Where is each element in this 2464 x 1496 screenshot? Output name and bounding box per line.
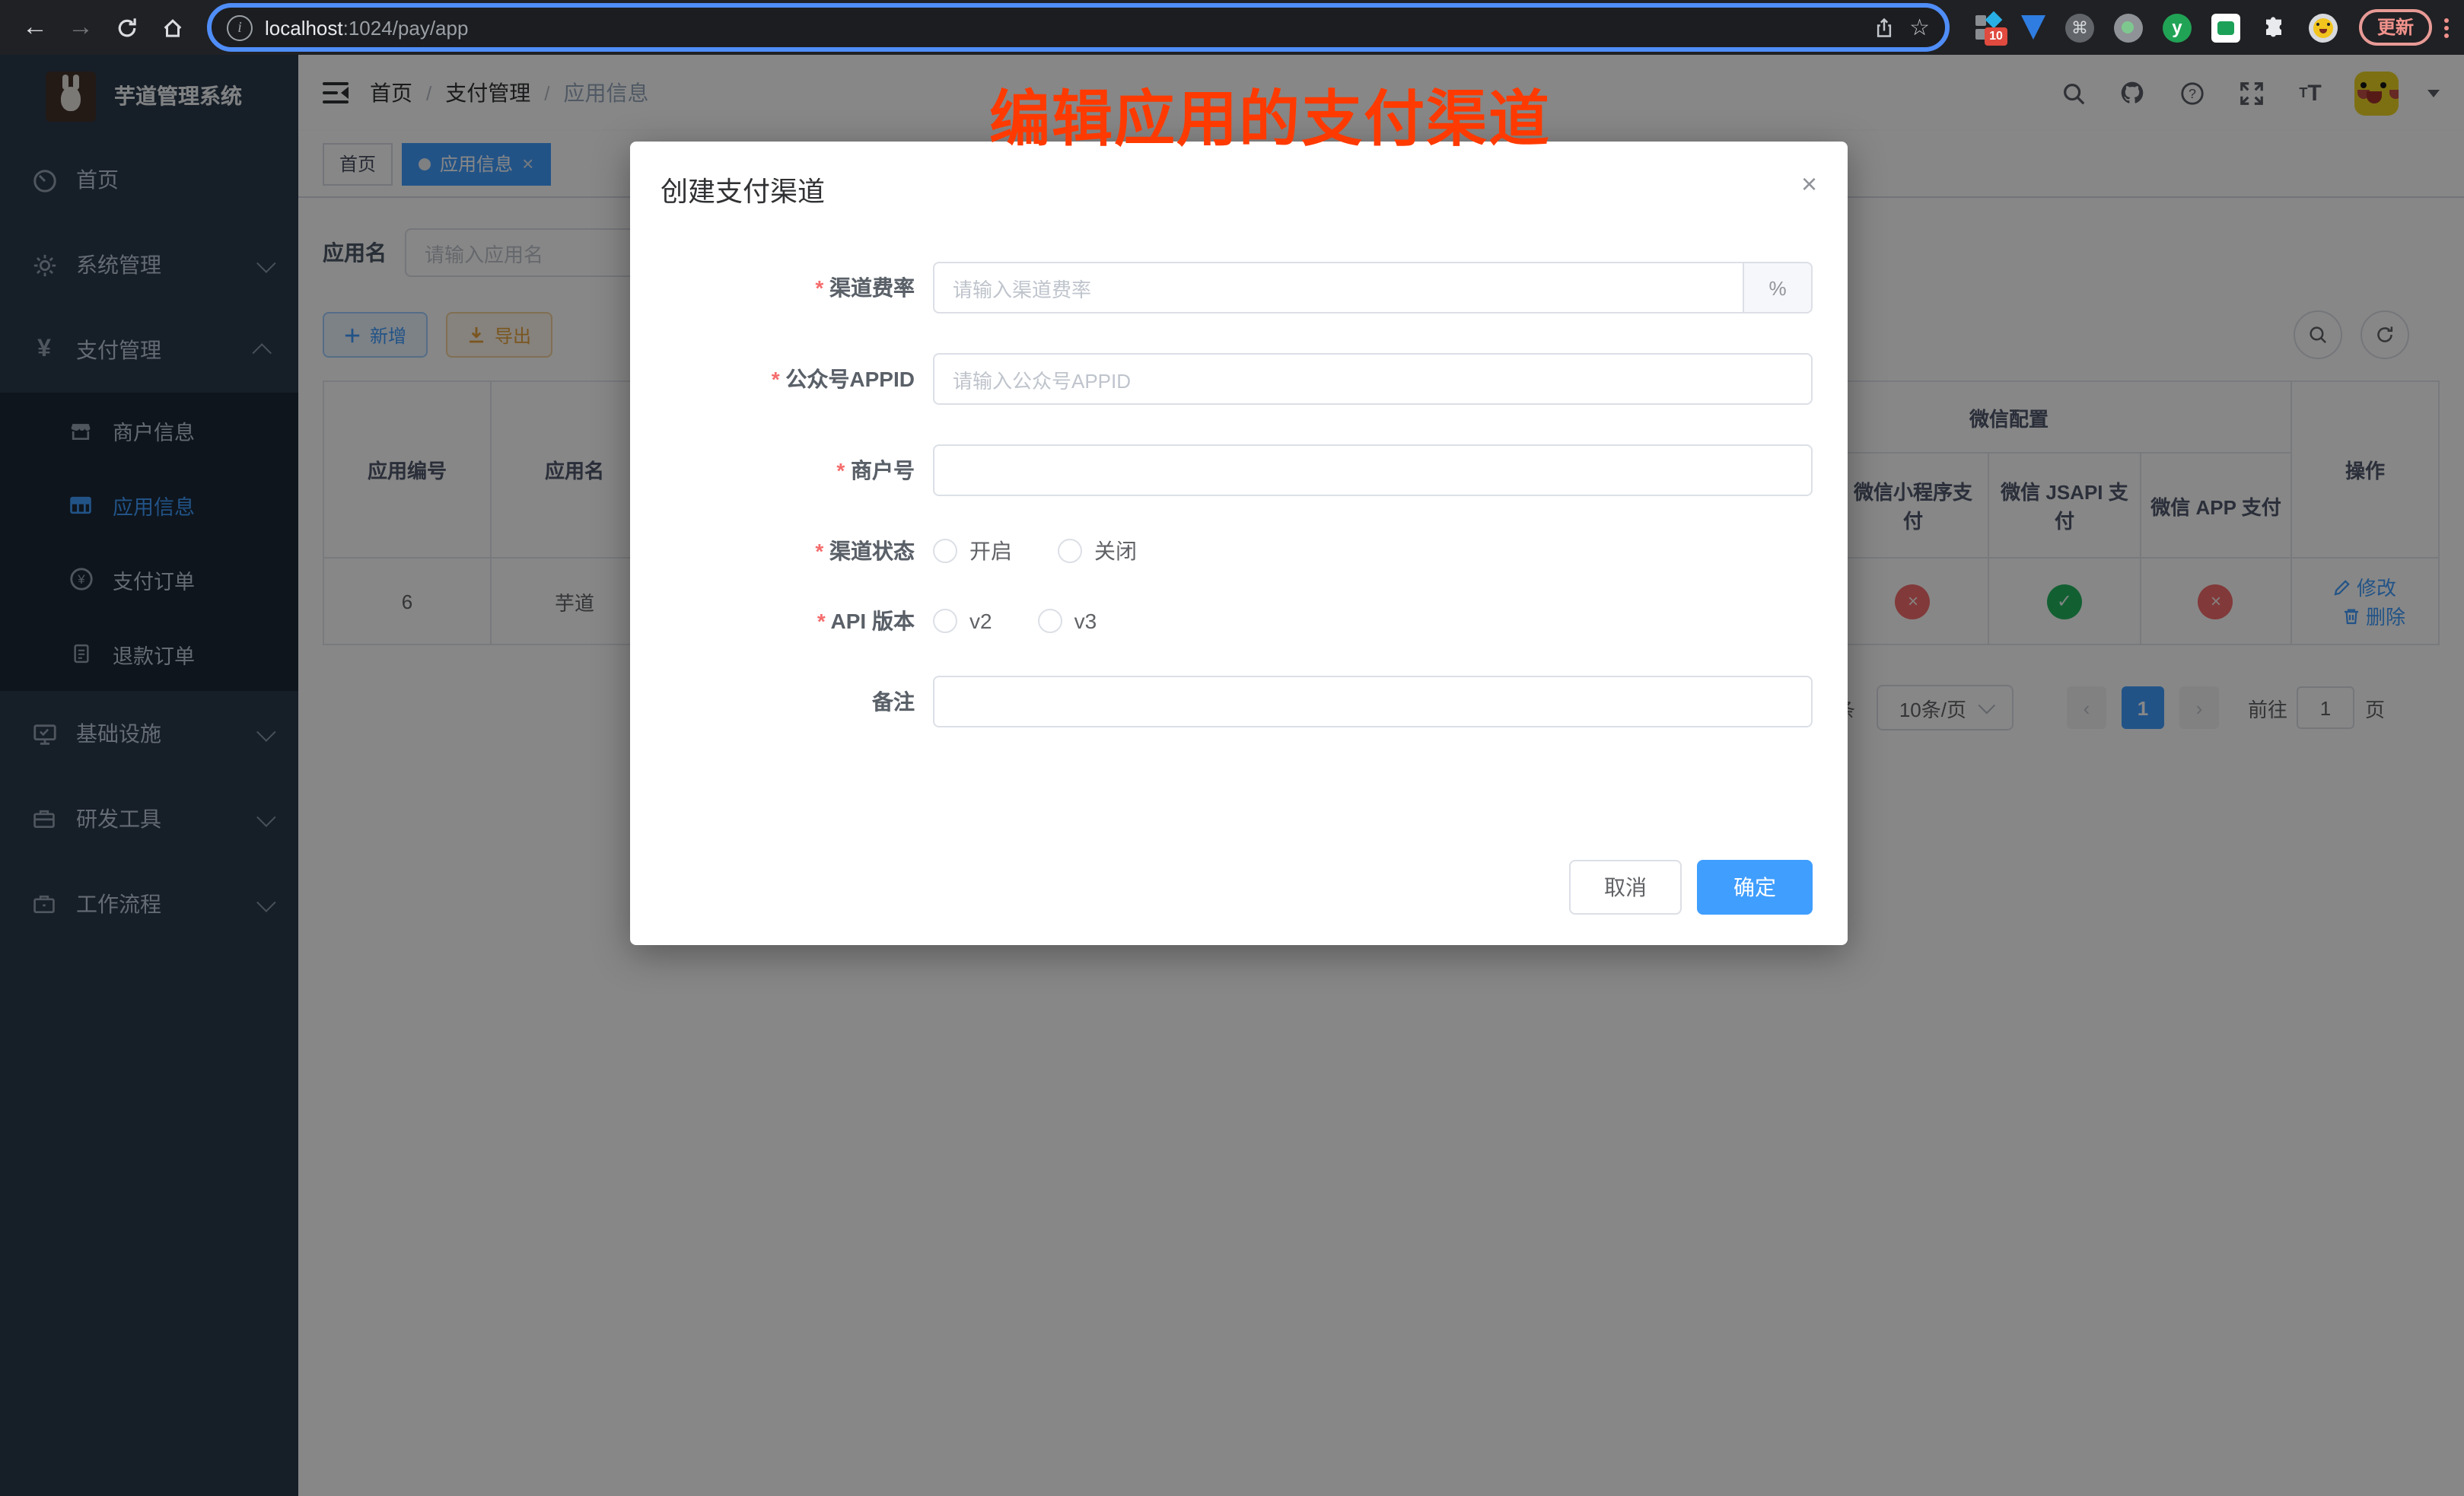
status-label: 渠道状态 [630,536,933,566]
extensions-puzzle-icon[interactable] [2260,13,2289,42]
merchant-label: 商户号 [630,455,933,485]
confirm-button[interactable]: 确定 [1697,860,1813,915]
reload-icon[interactable] [107,8,146,47]
status-radio-closed[interactable]: 关闭 [1058,536,1137,566]
extension-y-icon[interactable]: y [2163,13,2192,42]
dialog-title: 创建支付渠道 [661,177,825,207]
annotation-text: 编辑应用的支付渠道 [989,70,1551,158]
radio-circle-icon [933,609,957,633]
form-row-status: 渠道状态 开启 关闭 [630,536,1848,566]
back-icon[interactable]: ← [15,8,55,47]
extension-dot-icon[interactable] [2114,13,2143,42]
home-icon[interactable] [152,8,192,47]
rate-label: 渠道费率 [630,272,933,303]
browser-toolbar: ← → i localhost:1024/pay/app ☆ 10 ⌘ y [0,0,2464,55]
appid-label: 公众号APPID [630,364,933,394]
radio-circle-icon [1038,609,1062,633]
extensions-cluster: 10 ⌘ y [1965,13,2347,42]
appid-input[interactable]: 请输入公众号APPID [933,353,1813,405]
extension-cmd-icon[interactable]: ⌘ [2065,13,2094,42]
extension-grid-icon[interactable]: 10 [1974,14,2001,41]
extension-badge: 10 [1985,27,2007,46]
rate-suffix: % [1744,262,1813,314]
rate-input[interactable]: 请输入渠道费率 [933,262,1744,314]
screen: ← → i localhost:1024/pay/app ☆ 10 ⌘ y [0,0,2464,1496]
radio-circle-icon [933,539,957,563]
site-info-icon[interactable]: i [227,14,253,40]
url-text: localhost:1024/pay/app [265,16,1858,39]
form-row-api: API 版本 v2 v3 [630,606,1848,636]
remark-label: 备注 [630,686,933,717]
status-radio-open[interactable]: 开启 [933,536,1012,566]
bookmark-star-icon[interactable]: ☆ [1909,14,1930,41]
form-row-rate: 渠道费率 请输入渠道费率 % [630,262,1848,314]
profile-avatar-icon[interactable] [2309,13,2338,42]
radio-circle-icon [1058,539,1082,563]
extension-chat-icon[interactable] [2211,13,2240,42]
app-window: 芋道管理系统 首页 系统管理 ¥ 支付管理 [0,55,2464,1496]
api-label: API 版本 [630,606,933,636]
remark-input[interactable] [933,676,1813,727]
create-channel-dialog: 创建支付渠道 × 渠道费率 请输入渠道费率 % 公众号APPID 请输入公众号A… [630,142,1848,945]
form-row-merchant: 商户号 [630,444,1848,496]
api-radio-v3[interactable]: v3 [1038,609,1097,633]
form-row-appid: 公众号APPID 请输入公众号APPID [630,353,1848,405]
browser-menu-icon[interactable] [2444,18,2449,37]
share-icon[interactable] [1873,16,1894,39]
address-bar[interactable]: i localhost:1024/pay/app ☆ [207,3,1950,52]
merchant-input[interactable] [933,444,1813,496]
browser-update-button[interactable]: 更新 [2359,9,2432,46]
form-row-remark: 备注 [630,676,1848,727]
dialog-close-icon[interactable]: × [1801,170,1817,198]
extension-kite-icon[interactable] [2021,15,2045,40]
cancel-button[interactable]: 取消 [1569,860,1682,915]
api-radio-v2[interactable]: v2 [933,609,992,633]
forward-icon[interactable]: → [61,8,100,47]
